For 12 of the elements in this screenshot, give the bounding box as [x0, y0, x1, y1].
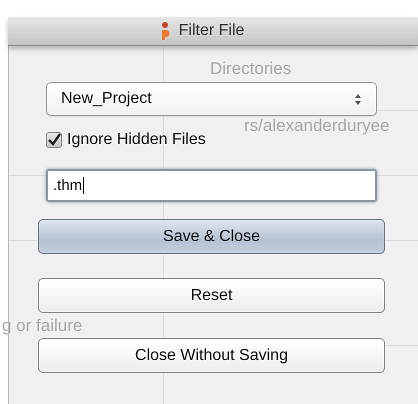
window-title: Filter File — [178, 22, 246, 40]
checkbox[interactable] — [46, 132, 62, 148]
background-label: rs/alexanderduryee — [244, 116, 390, 136]
project-select[interactable]: New_Project — [46, 82, 377, 116]
checkbox-label: Ignore Hidden Files — [67, 131, 206, 149]
filter-input-field[interactable]: .thm — [46, 169, 377, 202]
up-down-arrows-icon — [354, 92, 362, 106]
dialog-button[interactable]: Reset — [38, 278, 385, 313]
background-label: Directories — [210, 59, 292, 79]
app-icon — [160, 21, 170, 41]
dialog-button[interactable]: Save & Close — [38, 219, 385, 254]
dialog-button[interactable]: Close Without Saving — [38, 338, 385, 373]
